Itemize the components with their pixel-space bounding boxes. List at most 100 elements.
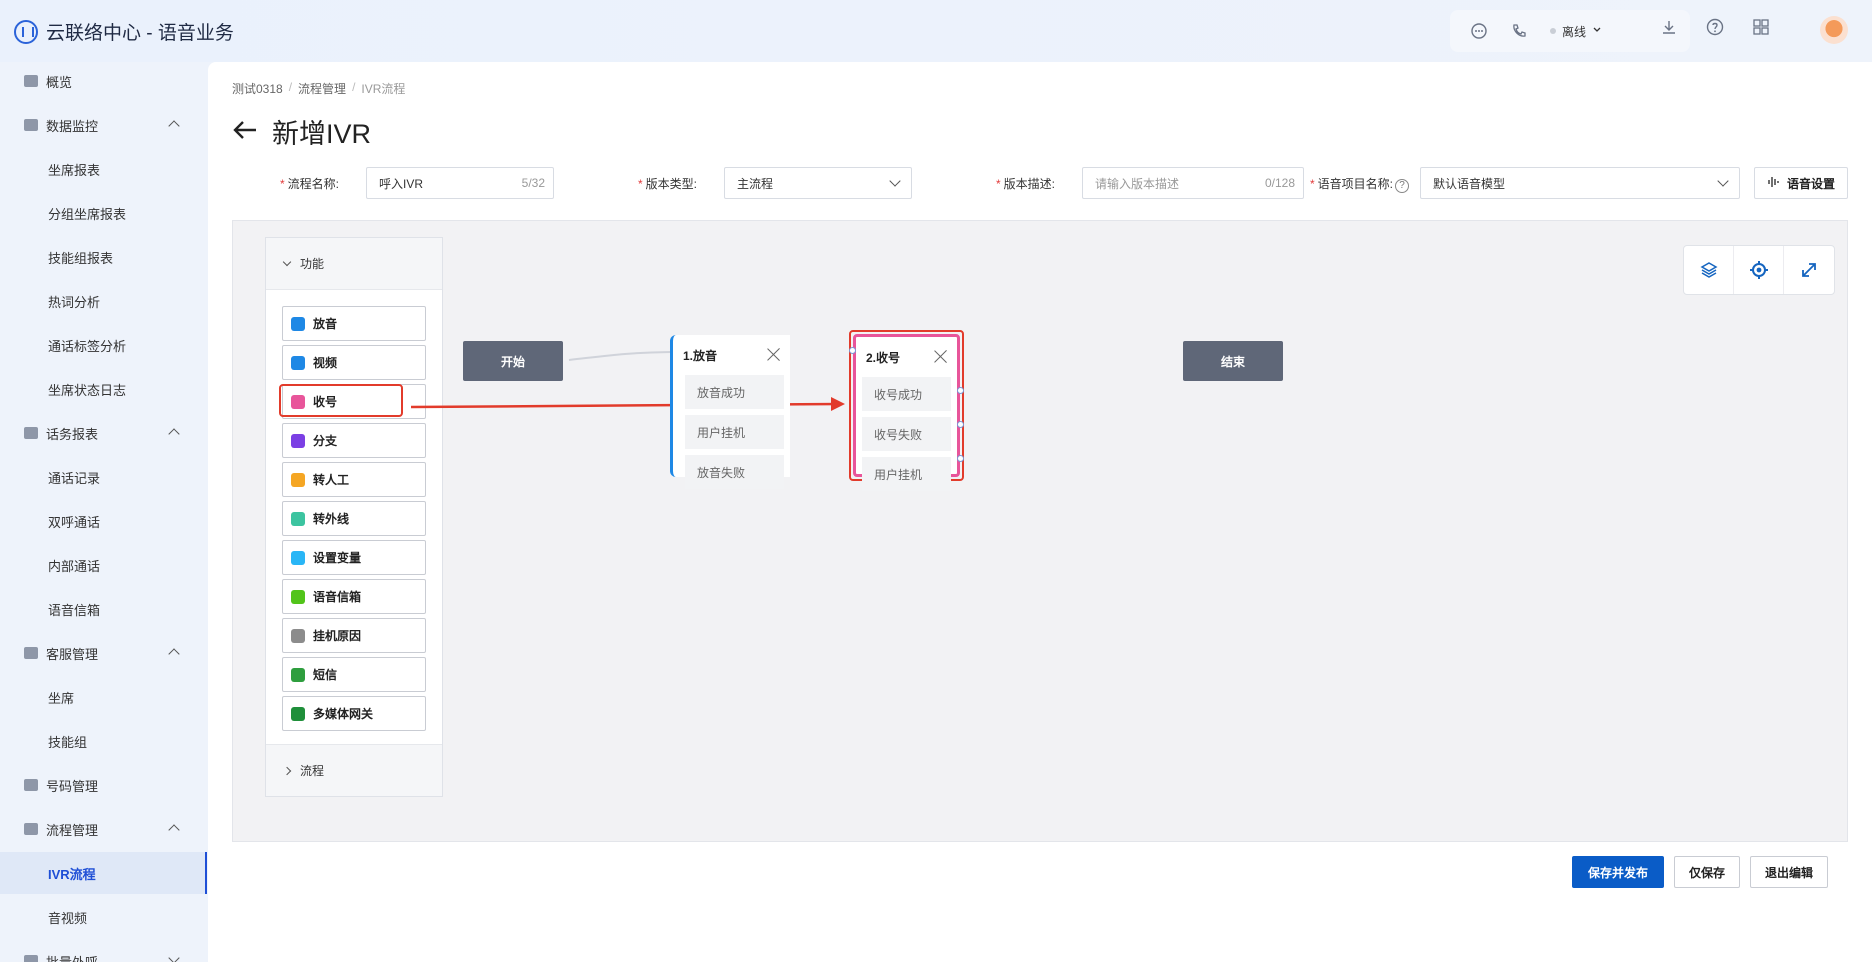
sidebar-item[interactable]: 技能组 (0, 720, 207, 762)
node-option[interactable]: 放音成功 (685, 375, 784, 409)
flow-node-collect-digits[interactable]: 2.收号 收号成功 收号失败 用户挂机 (849, 334, 964, 491)
sidebar-item[interactable]: 音视频 (0, 896, 207, 938)
chevron-down-icon (168, 952, 180, 962)
output-port[interactable] (957, 421, 964, 428)
chevron-up-icon (168, 428, 180, 440)
node-option[interactable]: 用户挂机 (862, 457, 951, 491)
node-option[interactable]: 用户挂机 (685, 415, 784, 449)
chat-icon[interactable] (1470, 22, 1488, 40)
breadcrumb: 测试0318 / 流程管理 / IVR流程 (232, 80, 405, 97)
apps-grid-icon[interactable] (1752, 18, 1770, 36)
top-toolbar: 离线 (1450, 10, 1690, 52)
output-port[interactable] (957, 387, 964, 394)
node-option[interactable]: 收号成功 (862, 377, 951, 411)
input-port[interactable] (849, 347, 856, 354)
status-label: 离线 (1562, 24, 1587, 39)
phone-icon[interactable] (1510, 22, 1528, 40)
version-desc-counter: 0/128 (1264, 176, 1295, 190)
annotation-arrow-head (831, 397, 845, 411)
flow-canvas[interactable]: 功能 放音 视频 收号 分支 转人工 转外线 设置变量 语音信箱 挂机原因 短信 多媒体网关 流程 (232, 220, 1848, 842)
sidebar-item[interactable]: IVR流程 (0, 852, 207, 894)
agent-status-dropdown[interactable]: 离线 (1550, 23, 1602, 40)
help-icon[interactable]: ? (1395, 179, 1410, 193)
status-dot (1550, 28, 1556, 34)
node-header: 2.收号 (856, 337, 957, 377)
sidebar-item[interactable]: 坐席状态日志 (0, 368, 207, 410)
sidebar-group[interactable]: 概览 (0, 60, 207, 102)
sidebar-item[interactable]: 坐席 (0, 676, 207, 718)
top-header: 云联络中心 - 语音业务 离线 (0, 0, 1872, 62)
canvas-toolbar (1683, 245, 1835, 295)
flow-form: * 流程名称: 呼入IVR 5/32 * 版本类型: 主流程 * 版本描述: 请输入版… (208, 166, 1872, 200)
version-desc-label: * 版本描述: (996, 177, 1056, 191)
sidebar-item-label: 分组坐席报表 (48, 206, 127, 222)
sidebar-item-label: 内部通话 (48, 558, 101, 574)
flow-name-input[interactable]: 呼入IVR 5/32 (366, 167, 554, 199)
end-node[interactable]: 结束 (1183, 341, 1283, 381)
node-option[interactable]: 收号失败 (862, 417, 951, 451)
chevron-up-icon (168, 824, 180, 836)
sidebar-item-label: 语音信箱 (48, 602, 101, 618)
close-icon[interactable] (766, 347, 780, 361)
version-desc-input[interactable]: 请输入版本描述 0/128 (1082, 167, 1304, 199)
voice-project-value: 默认语音模型 (1433, 176, 1506, 191)
sidebar-item-label: 技能组 (48, 734, 88, 750)
sidebar-item[interactable]: 内部通话 (0, 544, 207, 586)
sidebar-item[interactable]: 坐席报表 (0, 148, 207, 190)
start-node[interactable]: 开始 (463, 341, 563, 381)
batch-icon (24, 955, 38, 962)
sidebar-group[interactable]: 批量外呼 (0, 940, 207, 962)
node-title: 2.收号 (866, 350, 901, 365)
version-desc-placeholder: 请输入版本描述 (1095, 176, 1180, 191)
sidebar-item-label: 热词分析 (48, 294, 101, 310)
chevron-up-icon (168, 648, 180, 660)
node-option[interactable]: 放音失败 (685, 455, 784, 489)
sidebar-item-label: 坐席状态日志 (48, 382, 127, 398)
save-only-button[interactable]: 仅保存 (1674, 856, 1741, 888)
sidebar-group[interactable]: 流程管理 (0, 808, 207, 850)
breadcrumb-item[interactable]: 测试0318 (232, 80, 283, 97)
sidebar-group[interactable]: 话务报表 (0, 412, 207, 454)
action-bar: 保存并发布 仅保存 退出编辑 (1572, 856, 1829, 888)
back-arrow-icon[interactable] (232, 118, 258, 146)
sidebar-item[interactable]: 通话标签分析 (0, 324, 207, 366)
locate-icon[interactable] (1734, 246, 1784, 294)
sidebar-item[interactable]: 热词分析 (0, 280, 207, 322)
chevron-up-icon (168, 120, 180, 132)
output-port[interactable] (957, 455, 964, 462)
sidebar-group[interactable]: 数据监控 (0, 104, 207, 146)
download-icon[interactable] (1660, 18, 1678, 36)
close-icon[interactable] (933, 349, 947, 363)
voice-settings-button[interactable]: 语音设置 (1754, 167, 1848, 199)
version-type-value: 主流程 (737, 176, 774, 191)
version-type-select[interactable]: 主流程 (724, 167, 912, 199)
sidebar-item-label: 客服管理 (46, 646, 99, 662)
flow-icon (24, 823, 38, 835)
sidebar-item-label: 流程管理 (46, 822, 99, 838)
user-avatar[interactable] (1820, 16, 1848, 44)
breadcrumb-item[interactable]: 流程管理 (298, 80, 346, 97)
sidebar-item[interactable]: 技能组报表 (0, 236, 207, 278)
sidebar-item-label: 通话记录 (48, 470, 101, 486)
start-node-label: 开始 (500, 354, 525, 369)
sidebar-item[interactable]: 通话记录 (0, 456, 207, 498)
save-publish-button[interactable]: 保存并发布 (1572, 856, 1664, 888)
sidebar-item[interactable]: 双呼通话 (0, 500, 207, 542)
exit-edit-button[interactable]: 退出编辑 (1750, 856, 1829, 888)
fullscreen-icon[interactable] (1784, 246, 1834, 294)
sidebar-group[interactable]: 客服管理 (0, 632, 207, 674)
flow-node-play-audio[interactable]: 1.放音 放音成功 用户挂机 放音失败 (670, 335, 790, 489)
sidebar-item[interactable]: 语音信箱 (0, 588, 207, 630)
help-icon[interactable] (1706, 18, 1724, 36)
sidebar-group[interactable]: 号码管理 (0, 764, 207, 806)
chevron-down-icon (1592, 24, 1602, 38)
sidebar-item[interactable]: 分组坐席报表 (0, 192, 207, 234)
sidebar-item-label: 坐席 (48, 690, 75, 706)
main-panel: 测试0318 / 流程管理 / IVR流程 新增IVR * 流程名称: 呼入IVR… (208, 62, 1872, 962)
node-title: 1.放音 (683, 348, 718, 363)
layers-icon[interactable] (1684, 246, 1734, 294)
sidebar-item-label: 数据监控 (46, 118, 99, 134)
voice-project-select[interactable]: 默认语音模型 (1420, 167, 1740, 199)
monitor-icon (24, 119, 38, 131)
sidebar-item-label: IVR流程 (48, 866, 96, 882)
